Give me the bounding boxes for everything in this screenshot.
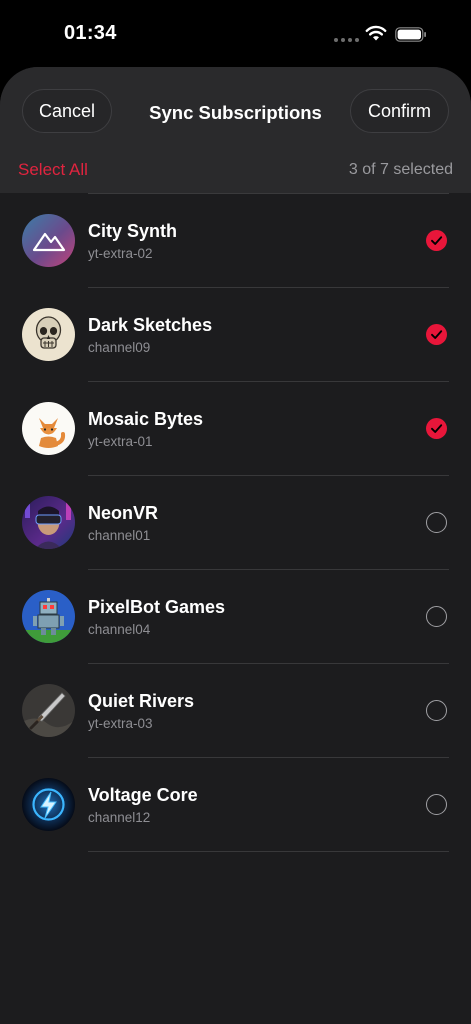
select-all-button[interactable]: Select All [18,160,88,180]
channel-name: Quiet Rivers [88,691,195,711]
channel-list: City Synth yt-extra-02 Dark Sketches cha… [0,194,471,852]
mountain-logo-icon [22,214,75,267]
channel-handle: channel12 [88,810,151,825]
skull-sketch-icon [22,308,75,361]
checked-checkbox-icon[interactable] [426,230,447,251]
channel-row-neonvr[interactable]: NeonVR channel01 [0,476,471,570]
sword-icon [22,684,75,737]
channel-row-voltage-core[interactable]: Voltage Core channel12 [0,758,471,852]
battery-icon [395,27,426,42]
fox-illustration-icon [22,402,75,455]
signal-dots-icon [334,38,359,42]
channel-handle: yt-extra-03 [88,716,153,731]
checked-checkbox-icon[interactable] [426,324,447,345]
checked-checkbox-icon[interactable] [426,418,447,439]
unchecked-checkbox-icon[interactable] [426,700,447,721]
channel-name: Mosaic Bytes [88,409,204,429]
pixel-robot-icon [22,590,75,643]
unchecked-checkbox-icon[interactable] [426,606,447,627]
channel-handle: channel01 [88,528,151,543]
vr-headset-person-icon [22,496,75,549]
channel-row-quiet-rivers[interactable]: Quiet Rivers yt-extra-03 [0,664,471,758]
channel-name: Voltage Core [88,785,198,805]
sync-subscriptions-sheet: Cancel Sync Subscriptions Confirm Select… [0,67,471,1024]
sheet-header: Cancel Sync Subscriptions Confirm Select… [0,67,471,193]
selection-count: 3 of 7 selected [348,161,453,178]
channel-row-dark-sketches[interactable]: Dark Sketches channel09 [0,288,471,382]
channel-row-pixelbot-games[interactable]: PixelBot Games channel04 [0,570,471,664]
unchecked-checkbox-icon[interactable] [426,512,447,533]
channel-row-mosaic-bytes[interactable]: Mosaic Bytes yt-extra-01 [0,382,471,476]
unchecked-checkbox-icon[interactable] [426,794,447,815]
channel-row-city-synth[interactable]: City Synth yt-extra-02 [0,194,471,288]
channel-handle: channel09 [88,340,151,355]
channel-handle: channel04 [88,622,151,637]
divider [88,851,449,852]
status-time: 01:34 [64,22,117,44]
channel-name: Dark Sketches [88,315,213,335]
channel-handle: yt-extra-02 [88,246,153,261]
confirm-button[interactable]: Confirm [350,89,449,133]
channel-name: PixelBot Games [88,597,226,617]
lightning-bolt-icon [22,778,75,831]
channel-name: City Synth [88,221,178,241]
channel-name: NeonVR [88,503,159,523]
status-bar: 01:34 [0,0,471,68]
channel-handle: yt-extra-01 [88,434,153,449]
wifi-icon [365,25,387,41]
